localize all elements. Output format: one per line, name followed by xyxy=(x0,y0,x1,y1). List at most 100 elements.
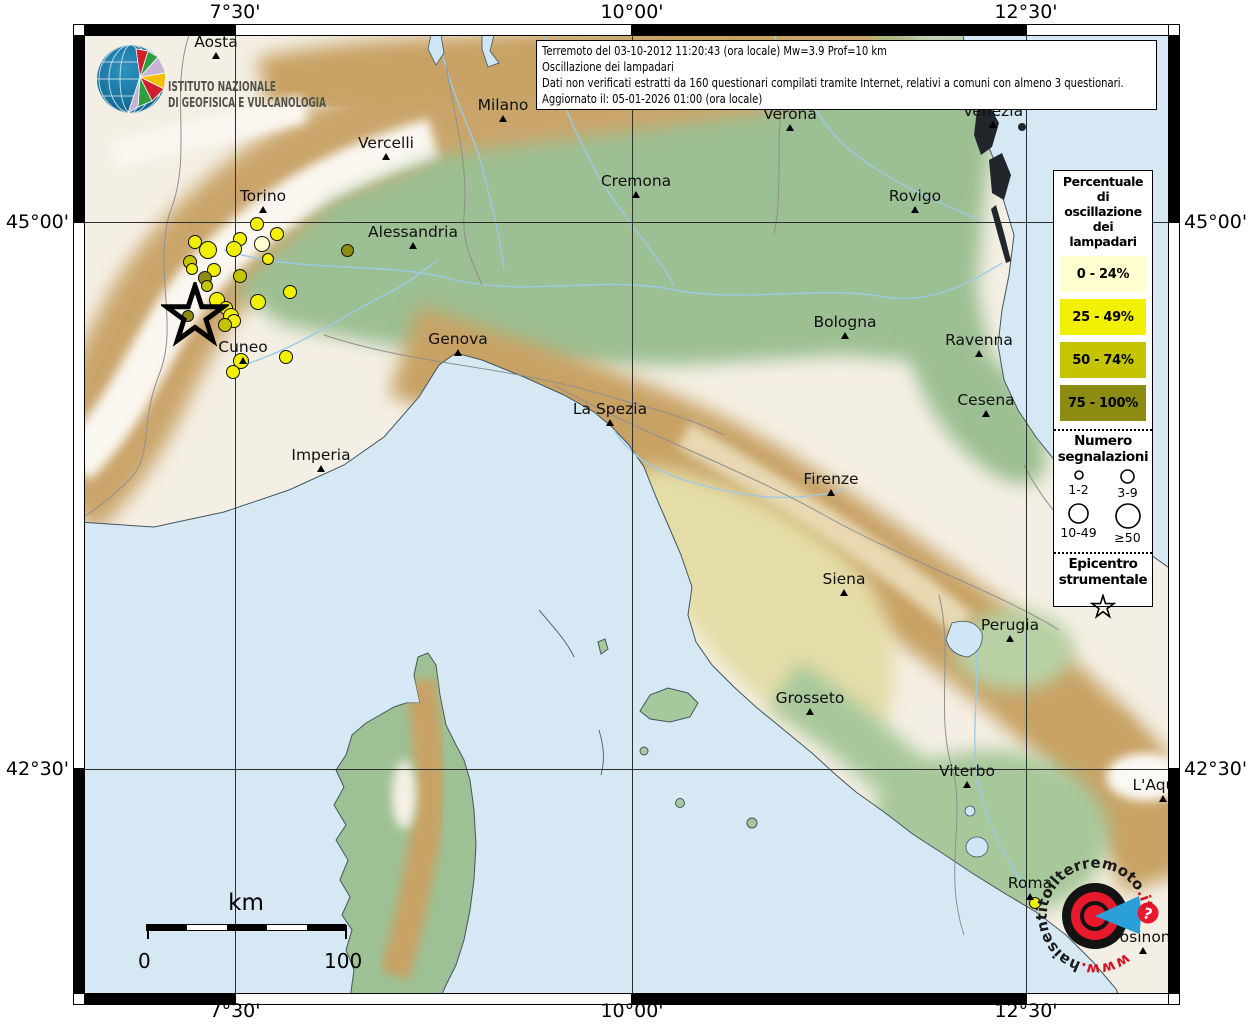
city-marker xyxy=(499,115,507,122)
city-label: Cremona xyxy=(600,172,672,190)
count-label: 10-49 xyxy=(1060,525,1097,540)
scale-segment xyxy=(147,925,187,930)
scale-min-label: 0 xyxy=(138,949,151,973)
count-label: ≥50 xyxy=(1114,530,1141,545)
city-label: La Spezia xyxy=(572,400,648,418)
ingv-name-line2: DI GEOFISICA E VULCANOLOGIA xyxy=(168,96,326,111)
frame-corner xyxy=(1168,993,1180,1005)
city-marker xyxy=(806,708,814,715)
legend-title: Percentuale di oscillazione dei lampadar… xyxy=(1062,174,1144,249)
info-line-updated: Aggiornato il: 05-01-2026 01:00 (ora loc… xyxy=(542,91,763,106)
count-label: 3-9 xyxy=(1117,485,1138,500)
city-label: Perugia xyxy=(980,616,1040,634)
count-circle-icon xyxy=(1114,503,1141,529)
info-line-event: Terremoto del 03-10-2012 11:20:43 (ora l… xyxy=(542,43,887,58)
frame-right-seg xyxy=(1168,222,1180,769)
intensity-point xyxy=(250,217,264,231)
frame-bottom-seg xyxy=(235,993,632,1005)
frame-corner xyxy=(73,993,85,1005)
city-marker xyxy=(786,124,794,131)
city-marker xyxy=(454,349,462,356)
legend-divider xyxy=(1054,429,1152,431)
scale-segment xyxy=(307,925,347,930)
intensity-point xyxy=(233,269,247,283)
city-marker xyxy=(911,206,919,213)
info-line-data: Dati non verificati estratti da 160 ques… xyxy=(542,75,1124,90)
frame-left-seg xyxy=(73,35,85,222)
ingv-logo: ISTITUTO NAZIONALE DI GEOFISICA E VULCAN… xyxy=(97,45,326,113)
legend-count-symbols: 1-2 3-9 10-49 ≥50 xyxy=(1054,465,1152,544)
map-figure: Aosta Milano Vercelli Torino Cremona Verona Ve… xyxy=(0,0,1255,1024)
axis-tick-left: 42°30' xyxy=(5,758,69,780)
intensity-point xyxy=(270,227,284,241)
legend-count-item: 3-9 xyxy=(1106,467,1150,499)
scale-bar-segments xyxy=(146,924,347,939)
axis-tick-top: 12°30' xyxy=(994,1,1058,23)
legend-count-item: ≥50 xyxy=(1106,501,1150,544)
city-marker xyxy=(409,242,417,249)
scale-segment xyxy=(267,925,307,930)
count-circle-icon xyxy=(1120,469,1135,484)
frame-right-seg xyxy=(1168,35,1180,222)
city-marker xyxy=(840,589,848,596)
count-circle-icon xyxy=(1068,503,1089,524)
axis-tick-left: 45°00' xyxy=(5,211,69,233)
epicenter-legend-star-icon xyxy=(1090,594,1116,619)
city-label: Cuneo xyxy=(218,338,268,356)
city-marker xyxy=(982,410,990,417)
parallel-line xyxy=(84,222,1169,223)
city-label: Imperia xyxy=(291,446,351,464)
map-legend: Percentuale di oscillazione dei lampadar… xyxy=(1053,170,1153,619)
frame-top-seg xyxy=(632,24,1026,36)
city-marker xyxy=(841,332,849,339)
legend-count-item: 1-2 xyxy=(1057,467,1101,499)
frame-bottom-seg xyxy=(632,993,1026,1005)
city-marker xyxy=(989,121,997,128)
meridian-line xyxy=(235,35,236,993)
city-label: Grosseto xyxy=(775,689,845,707)
city-marker xyxy=(239,357,247,364)
axis-tick-right: 42°30' xyxy=(1184,758,1248,780)
axis-tick-right: 45°00' xyxy=(1184,211,1248,233)
city-marker xyxy=(1159,795,1167,802)
city-label: Torino xyxy=(239,187,287,205)
city-label: Genova xyxy=(428,330,488,348)
intensity-point xyxy=(199,241,217,259)
axis-tick-bottom: 10°00' xyxy=(600,1000,664,1022)
ingv-name-line1: ISTITUTO NAZIONALE xyxy=(168,80,276,95)
city-label: Cesena xyxy=(957,391,1015,409)
legend-class-swatch: 0 - 24% xyxy=(1060,256,1146,292)
scale-max-label: 100 xyxy=(324,949,363,973)
city-marker xyxy=(317,465,325,472)
intensity-point xyxy=(226,365,240,379)
intensity-point xyxy=(186,263,198,275)
intensity-point xyxy=(226,241,242,257)
city-marker xyxy=(606,419,614,426)
intensity-point xyxy=(262,253,274,265)
count-circle-icon xyxy=(1073,470,1084,480)
legend-class-swatch: 75 - 100% xyxy=(1060,385,1146,421)
city-marker xyxy=(1006,635,1014,642)
city-marker xyxy=(632,191,640,198)
city-label: Siena xyxy=(822,570,866,588)
axis-tick-top: 7°30' xyxy=(209,1,261,23)
legend-class-swatch: 50 - 74% xyxy=(1060,342,1146,378)
frame-top-seg xyxy=(84,24,235,36)
city-label: L'Aquila xyxy=(1132,776,1169,794)
city-label: Ravenna xyxy=(945,331,1013,349)
scale-unit-label: km xyxy=(228,890,264,916)
frame-left-seg xyxy=(73,769,85,994)
frame-corner xyxy=(73,24,85,36)
intensity-point xyxy=(254,236,270,252)
legend-count-item: 10-49 xyxy=(1057,501,1101,544)
city-marker xyxy=(259,206,267,213)
legend-counts-title: Numero segnalazioni xyxy=(1057,433,1149,465)
map-area: Aosta Milano Vercelli Torino Cremona Verona Ve… xyxy=(84,35,1169,993)
frame-left-seg xyxy=(73,222,85,769)
scale-segment xyxy=(227,925,267,930)
scale-bar: km 0 100 xyxy=(124,890,384,973)
city-label: Alessandria xyxy=(368,223,458,241)
frame-corner xyxy=(1168,24,1180,36)
city-marker xyxy=(963,781,971,788)
legend-classes: 0 - 24% 25 - 49% 50 - 74% 75 - 100% xyxy=(1054,256,1152,421)
